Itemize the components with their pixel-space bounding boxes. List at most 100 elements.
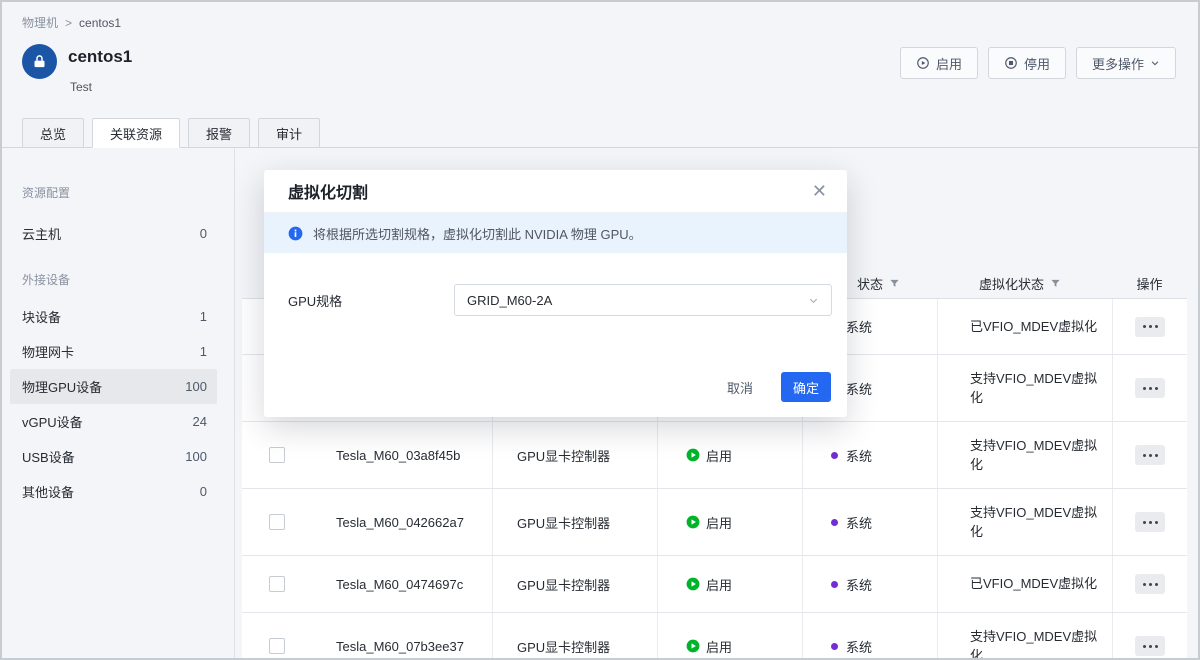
enabled-status-icon [686, 577, 700, 591]
gpu-spec-value: GRID_M60-2A [467, 293, 552, 308]
owner-dot-icon [831, 519, 838, 526]
owner-cell: 系统 [802, 613, 937, 660]
sidebar-item-count: 100 [185, 379, 207, 394]
dialog-form: GPU规格 GRID_M60-2A [264, 284, 847, 316]
gpu-name-cell: Tesla_M60_03a8f45b [312, 422, 492, 488]
row-more-actions-button[interactable] [1135, 512, 1165, 532]
close-icon[interactable]: ✕ [812, 182, 827, 200]
sidebar-item-count: 100 [185, 449, 207, 464]
row-checkbox[interactable] [269, 514, 285, 530]
tab-label: 总览 [40, 124, 66, 143]
disable-button-label: 停用 [1024, 54, 1050, 73]
play-circle-icon [916, 56, 930, 70]
enabled-status-icon [686, 639, 700, 653]
enable-button-label: 启用 [936, 54, 962, 73]
virt-status-cell: 已VFIO_MDEV虚拟化 [937, 556, 1112, 612]
gpu-name-cell: Tesla_M60_0474697c [312, 556, 492, 612]
tab-audit[interactable]: 审计 [258, 118, 320, 148]
virt-status-label: 支持VFIO_MDEV虚拟化 [970, 503, 1100, 542]
status-badge: 启用 [686, 513, 732, 532]
status-badge: 启用 [686, 446, 732, 465]
virt-status-label: 支持VFIO_MDEV虚拟化 [970, 436, 1100, 475]
action-cell [1112, 422, 1187, 488]
sidebar-item-count: 0 [200, 226, 207, 241]
app-window: 物理机 > centos1 centos1 Test 启用 停用 更多操作 [0, 0, 1200, 660]
status-label: 启用 [706, 513, 732, 532]
sidebar-item-label: 其他设备 [22, 482, 74, 501]
virt-status-cell: 支持VFIO_MDEV虚拟化 [937, 489, 1112, 555]
gpu-spec-select[interactable]: GRID_M60-2A [454, 284, 832, 316]
owner-cell: 系统 [802, 556, 937, 612]
sidebar-item-cloud-host[interactable]: 云主机 0 [10, 216, 217, 251]
row-checkbox[interactable] [269, 576, 285, 592]
lock-icon [32, 54, 47, 69]
cancel-button[interactable]: 取消 [721, 377, 759, 398]
action-cell [1112, 556, 1187, 612]
breadcrumb-separator: > [65, 16, 72, 30]
virt-status-label: 已VFIO_MDEV虚拟化 [970, 317, 1097, 337]
gpu-name: Tesla_M60_0474697c [336, 577, 463, 592]
owner-dot-icon [831, 643, 838, 650]
virt-status-cell: 已VFIO_MDEV虚拟化 [937, 299, 1112, 354]
action-cell [1112, 299, 1187, 354]
disable-button[interactable]: 停用 [988, 47, 1066, 79]
more-actions-button[interactable]: 更多操作 [1076, 47, 1176, 79]
sidebar-item-count: 0 [200, 484, 207, 499]
more-actions-label: 更多操作 [1092, 54, 1144, 73]
sidebar-item-label: vGPU设备 [22, 412, 83, 431]
row-more-actions-button[interactable] [1135, 317, 1165, 337]
row-more-actions-button[interactable] [1135, 445, 1165, 465]
filter-icon[interactable] [1050, 278, 1061, 289]
sidebar-group-title-resource-config: 资源配置 [22, 148, 234, 202]
row-checkbox[interactable] [269, 638, 285, 654]
sidebar-item-usb[interactable]: USB设备 100 [10, 439, 217, 474]
owner-cell: 系统 [802, 422, 937, 488]
status-badge: 启用 [686, 637, 732, 656]
owner-label: 系统 [846, 379, 872, 398]
gpu-type-cell: GPU显卡控制器 [492, 556, 657, 612]
sidebar-item-other-devices[interactable]: 其他设备 0 [10, 474, 217, 509]
gpu-type-cell: GPU显卡控制器 [492, 613, 657, 660]
breadcrumb-current: centos1 [79, 16, 121, 30]
owner-dot-icon [831, 452, 838, 459]
filter-icon[interactable] [889, 278, 900, 289]
action-cell [1112, 489, 1187, 555]
dialog-footer: 取消 确定 [721, 372, 831, 402]
gpu-type-cell: GPU显卡控制器 [492, 422, 657, 488]
sidebar-divider [234, 148, 235, 660]
confirm-button[interactable]: 确定 [781, 372, 831, 402]
enable-status-cell: 启用 [657, 613, 802, 660]
row-more-actions-button[interactable] [1135, 574, 1165, 594]
row-checkbox[interactable] [269, 447, 285, 463]
table-row: Tesla_M60_0474697c GPU显卡控制器 启用 系统 已VFIO_… [242, 556, 1187, 613]
table-row: Tesla_M60_042662a7 GPU显卡控制器 启用 系统 支持VFIO… [242, 489, 1187, 556]
gpu-name-cell: Tesla_M60_07b3ee37 [312, 613, 492, 660]
sidebar-item-label: 物理GPU设备 [22, 377, 102, 396]
tab-overview[interactable]: 总览 [22, 118, 84, 148]
header-actions: 启用 停用 更多操作 [900, 47, 1176, 79]
tab-alarm[interactable]: 报警 [188, 118, 250, 148]
gpu-name-cell: Tesla_M60_042662a7 [312, 489, 492, 555]
virt-status-cell: 支持VFIO_MDEV虚拟化 [937, 422, 1112, 488]
table-row: Tesla_M60_07b3ee37 GPU显卡控制器 启用 系统 支持VFIO… [242, 613, 1187, 660]
sidebar-item-vgpu[interactable]: vGPU设备 24 [10, 404, 217, 439]
host-icon [22, 44, 57, 79]
sidebar-item-label: 云主机 [22, 224, 61, 243]
breadcrumb-root[interactable]: 物理机 [22, 14, 58, 31]
sidebar-item-physical-nic[interactable]: 物理网卡 1 [10, 334, 217, 369]
owner-label: 系统 [846, 446, 872, 465]
action-cell [1112, 355, 1187, 421]
row-more-actions-button[interactable] [1135, 378, 1165, 398]
row-more-actions-button[interactable] [1135, 636, 1165, 656]
column-label: 虚拟化状态 [979, 274, 1044, 293]
gpu-type: GPU显卡控制器 [517, 637, 610, 656]
enable-status-cell: 启用 [657, 489, 802, 555]
breadcrumb: 物理机 > centos1 [22, 14, 121, 31]
virt-status-label: 支持VFIO_MDEV虚拟化 [970, 369, 1100, 408]
enabled-status-icon [686, 448, 700, 462]
tab-related-resources[interactable]: 关联资源 [92, 118, 180, 148]
sidebar-item-physical-gpu[interactable]: 物理GPU设备 100 [10, 369, 217, 404]
action-cell [1112, 613, 1187, 660]
enable-button[interactable]: 启用 [900, 47, 978, 79]
sidebar-item-block-device[interactable]: 块设备 1 [10, 299, 217, 334]
